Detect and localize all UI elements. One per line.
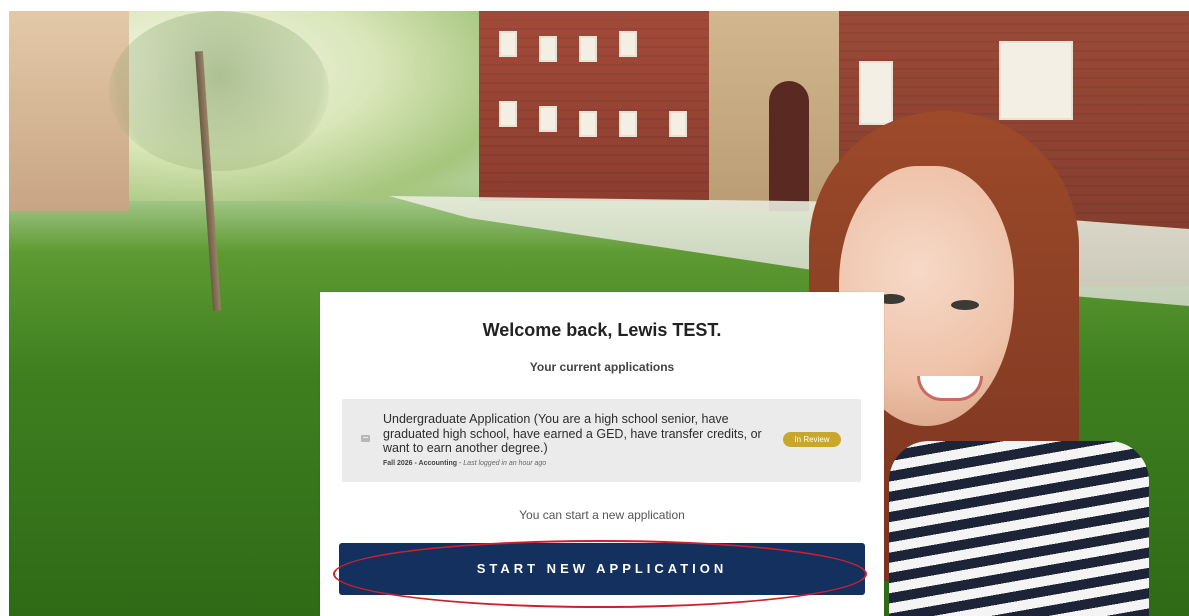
new-application-hint: You can start a new application (519, 508, 685, 522)
current-applications-heading: Your current applications (529, 360, 675, 374)
brick-building (479, 11, 739, 201)
application-last-login: Last logged in an hour ago (463, 460, 547, 467)
window (499, 31, 517, 57)
application-term-major: Fall 2026 - Accounting (383, 460, 458, 467)
application-card: Welcome back, Lewis TEST. Your current a… (320, 292, 884, 616)
window (669, 111, 687, 137)
welcome-heading: Welcome back, Lewis TEST. (482, 320, 722, 340)
start-new-application-button[interactable]: START NEW APPLICATION (339, 543, 865, 595)
building-left (9, 11, 129, 211)
application-title: Undergraduate Application (You are a hig… (383, 412, 762, 455)
window (619, 31, 637, 57)
tree-canopy (109, 11, 329, 171)
eye-right (951, 300, 979, 310)
window (619, 111, 637, 137)
window (579, 111, 597, 137)
application-meta: Fall 2026 - Accounting - Last logged in … (383, 460, 547, 467)
door (769, 81, 809, 211)
status-badge: In Review (783, 432, 841, 447)
window (499, 101, 517, 127)
window (539, 106, 557, 132)
window (539, 36, 557, 62)
window (579, 36, 597, 62)
window (999, 41, 1073, 120)
striped-shirt (889, 441, 1149, 616)
application-list-item[interactable]: Undergraduate Application (You are a hig… (342, 399, 861, 482)
document-icon (361, 435, 370, 442)
smile (917, 376, 983, 401)
